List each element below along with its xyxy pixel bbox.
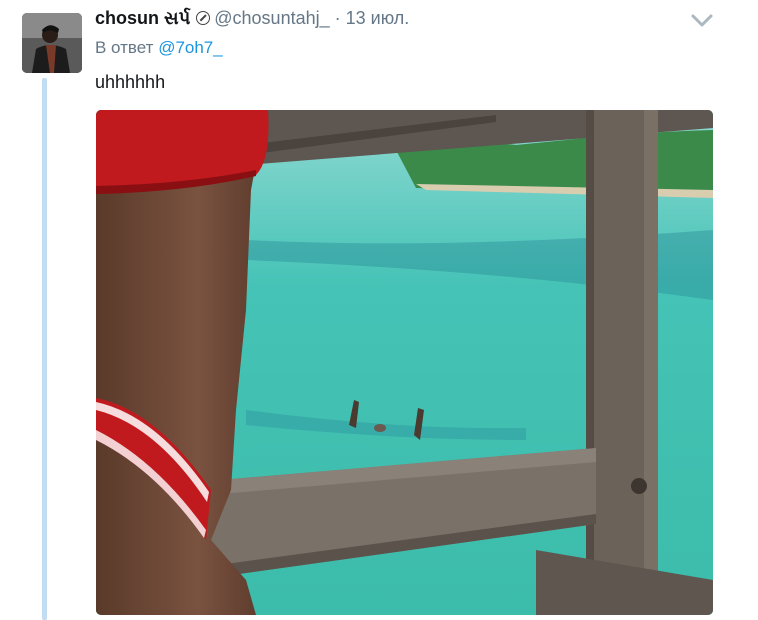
author-name[interactable]: chosun સર્પ — [95, 8, 190, 29]
separator: · — [334, 8, 341, 28]
tweet-time[interactable]: 13 июл. — [346, 8, 410, 29]
tweet-header: chosun સર્પ @chosuntahj_ · 13 июл. — [95, 8, 718, 34]
avatar[interactable] — [22, 13, 82, 73]
tweet-text: uhhhhhh — [95, 72, 166, 92]
beach-photo — [96, 110, 713, 615]
reply-prefix: В ответ — [95, 38, 154, 57]
chevron-down-icon[interactable] — [690, 12, 714, 30]
reply-context: В ответ @7oh7_ — [95, 38, 223, 58]
tweet-photo[interactable] — [96, 110, 713, 615]
thread-line — [42, 78, 47, 620]
protected-icon — [196, 11, 211, 25]
avatar-image — [22, 13, 82, 73]
author-handle[interactable]: @chosuntahj_ — [214, 8, 329, 29]
reply-mention-link[interactable]: @7oh7_ — [158, 38, 223, 57]
